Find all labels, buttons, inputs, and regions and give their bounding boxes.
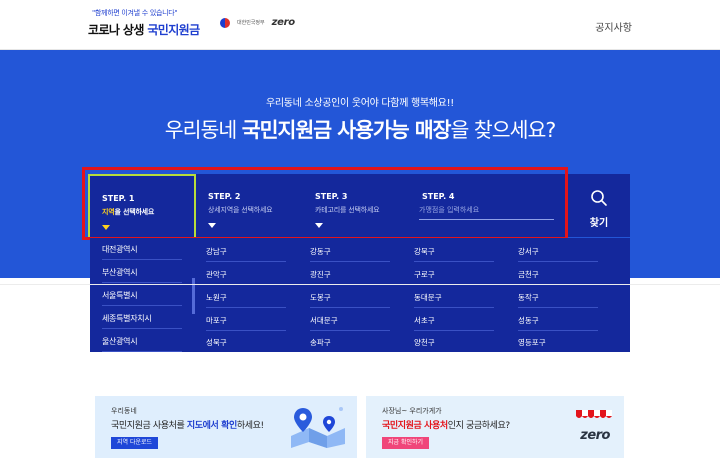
step-1-region-select[interactable]: STEP. 1 지역을 선택하세요 [88,174,196,237]
logo-tagline: "함께하면 이겨낼 수 있습니다" [92,9,178,17]
site-logo[interactable]: "함께하면 이겨낼 수 있습니다" 코로나 상생 국민지원금 [88,8,200,38]
map-banner[interactable]: 우리동네 국민지원금 사용처를 지도에서 확인하세요! 지역 다운로드 [95,396,357,458]
map-banner-headline-hl: 지도에서 확인 [186,421,237,431]
district-item[interactable]: 강북구 [414,246,494,262]
map-pin-icon [291,407,345,448]
check-now-button[interactable]: 지금 확인하기 [382,437,430,449]
step-2-label: STEP. 2 [208,192,241,201]
section-divider [0,284,720,285]
logo-title-part1: 코로나 상생 [88,23,144,37]
district-item[interactable]: 금천구 [518,269,598,285]
zero-banner-eyebrow: 사장님~ 우리가게가 [382,407,442,415]
store-search-bar: STEP. 1 지역을 선택하세요 STEP. 2 상세지역을 선택하세요 ST… [88,174,630,237]
region-download-button[interactable]: 지역 다운로드 [111,437,159,449]
map-banner-eyebrow: 우리동네 [111,407,137,415]
map-banner-headline-post: 하세요! [236,421,264,431]
province-item[interactable]: 서울특별시 [102,290,182,306]
district-item[interactable]: 동대문구 [414,292,494,308]
government-label: 대한민국정부 [237,20,265,26]
district-item[interactable]: 마포구 [206,315,286,331]
step-3-desc: 카테고리를 선택하세요 [315,206,380,214]
map-banner-headline: 국민지원금 사용처를 지도에서 확인하세요! [111,418,264,431]
district-item[interactable]: 서초구 [414,315,494,331]
notice-link[interactable]: 공지사항 [595,19,632,34]
zero-pay-logo: zero [580,428,610,443]
district-item[interactable]: 구로구 [414,269,494,285]
caret-down-icon [315,223,323,228]
store-name-input[interactable] [419,192,554,220]
zero-pay-banner[interactable]: 사장님~ 우리가게가 국민지원금 사용처인지 궁금하세요? 지금 확인하기 ze… [366,396,624,458]
government-emblem-icon [220,17,230,28]
search-icon [591,190,607,206]
site-header: "함께하면 이겨낼 수 있습니다" 코로나 상생 국민지원금 대한민국정부 ze… [0,0,720,50]
partner-logos: 대한민국정부 zero [220,17,295,28]
step-2-desc: 상세지역을 선택하세요 [208,206,273,214]
step-2-district-select[interactable]: STEP. 2 상세지역을 선택하세요 [196,174,303,237]
district-item[interactable]: 송파구 [310,337,390,352]
province-item[interactable]: 세종특별자치시 [102,313,182,329]
zero-pay-logo: zero [271,17,296,28]
hero-title: 우리동네 국민지원금 사용가능 매장을 찾으세요? [0,113,720,143]
zero-banner-headline: 국민지원금 사용처인지 궁금하세요? [382,418,510,431]
district-item[interactable]: 서대문구 [310,315,390,331]
district-item[interactable]: 강남구 [206,246,286,262]
district-item[interactable]: 노원구 [206,292,286,308]
hero-title-pre: 우리동네 [164,118,237,142]
search-button-label: 찾기 [589,218,609,229]
district-item[interactable]: 성북구 [206,337,286,352]
district-item[interactable]: 강서구 [518,246,598,262]
hero-title-post: 을 찾으세요? [450,118,557,142]
district-item[interactable]: 영등포구 [518,337,598,352]
district-item[interactable]: 성동구 [518,315,598,331]
caret-down-icon [102,225,110,230]
province-item[interactable]: 울산광역시 [102,336,182,352]
district-item[interactable]: 광진구 [310,269,390,285]
province-item[interactable]: 대전광역시 [102,244,182,260]
province-item[interactable]: 부산광역시 [102,267,182,283]
search-button[interactable]: 찾기 [568,174,630,237]
step-1-label: STEP. 1 [102,194,135,203]
province-list: 대전광역시 부산광역시 서울특별시 세종특별자치시 울산광역시 [90,238,191,352]
zero-banner-headline-hl: 국민지원금 사용처 [382,421,448,431]
district-item[interactable]: 도봉구 [310,292,390,308]
step-3-category-select[interactable]: STEP. 3 카테고리를 선택하세요 [303,174,410,237]
hero-subtitle: 우리동네 소상공인이 웃어야 다함께 행복해요!! [265,98,455,109]
hero-title-bold: 국민지원금 사용가능 매장 [241,118,452,142]
caret-down-icon [208,223,216,228]
step-1-desc-rest: 을 선택하세요 [114,208,155,216]
map-banner-headline-pre: 국민지원금 사용처를 [111,421,187,431]
logo-title: 코로나 상생 국민지원금 [88,21,200,38]
step-3-label: STEP. 3 [315,192,348,201]
district-item[interactable]: 동작구 [518,292,598,308]
step-1-desc: 지역을 선택하세요 [102,207,194,217]
store-awning-icon [576,410,612,418]
step-1-desc-highlight: 지역 [102,208,115,216]
logo-title-part2: 국민지원금 [147,23,200,37]
district-item[interactable]: 관악구 [206,269,286,285]
district-item[interactable]: 양천구 [414,337,494,352]
district-item[interactable]: 강동구 [310,246,390,262]
zero-banner-headline-post: 인지 궁금하세요? [447,421,510,431]
region-dropdown: 대전광역시 부산광역시 서울특별시 세종특별자치시 울산광역시 강남구 강동구 … [90,238,630,352]
